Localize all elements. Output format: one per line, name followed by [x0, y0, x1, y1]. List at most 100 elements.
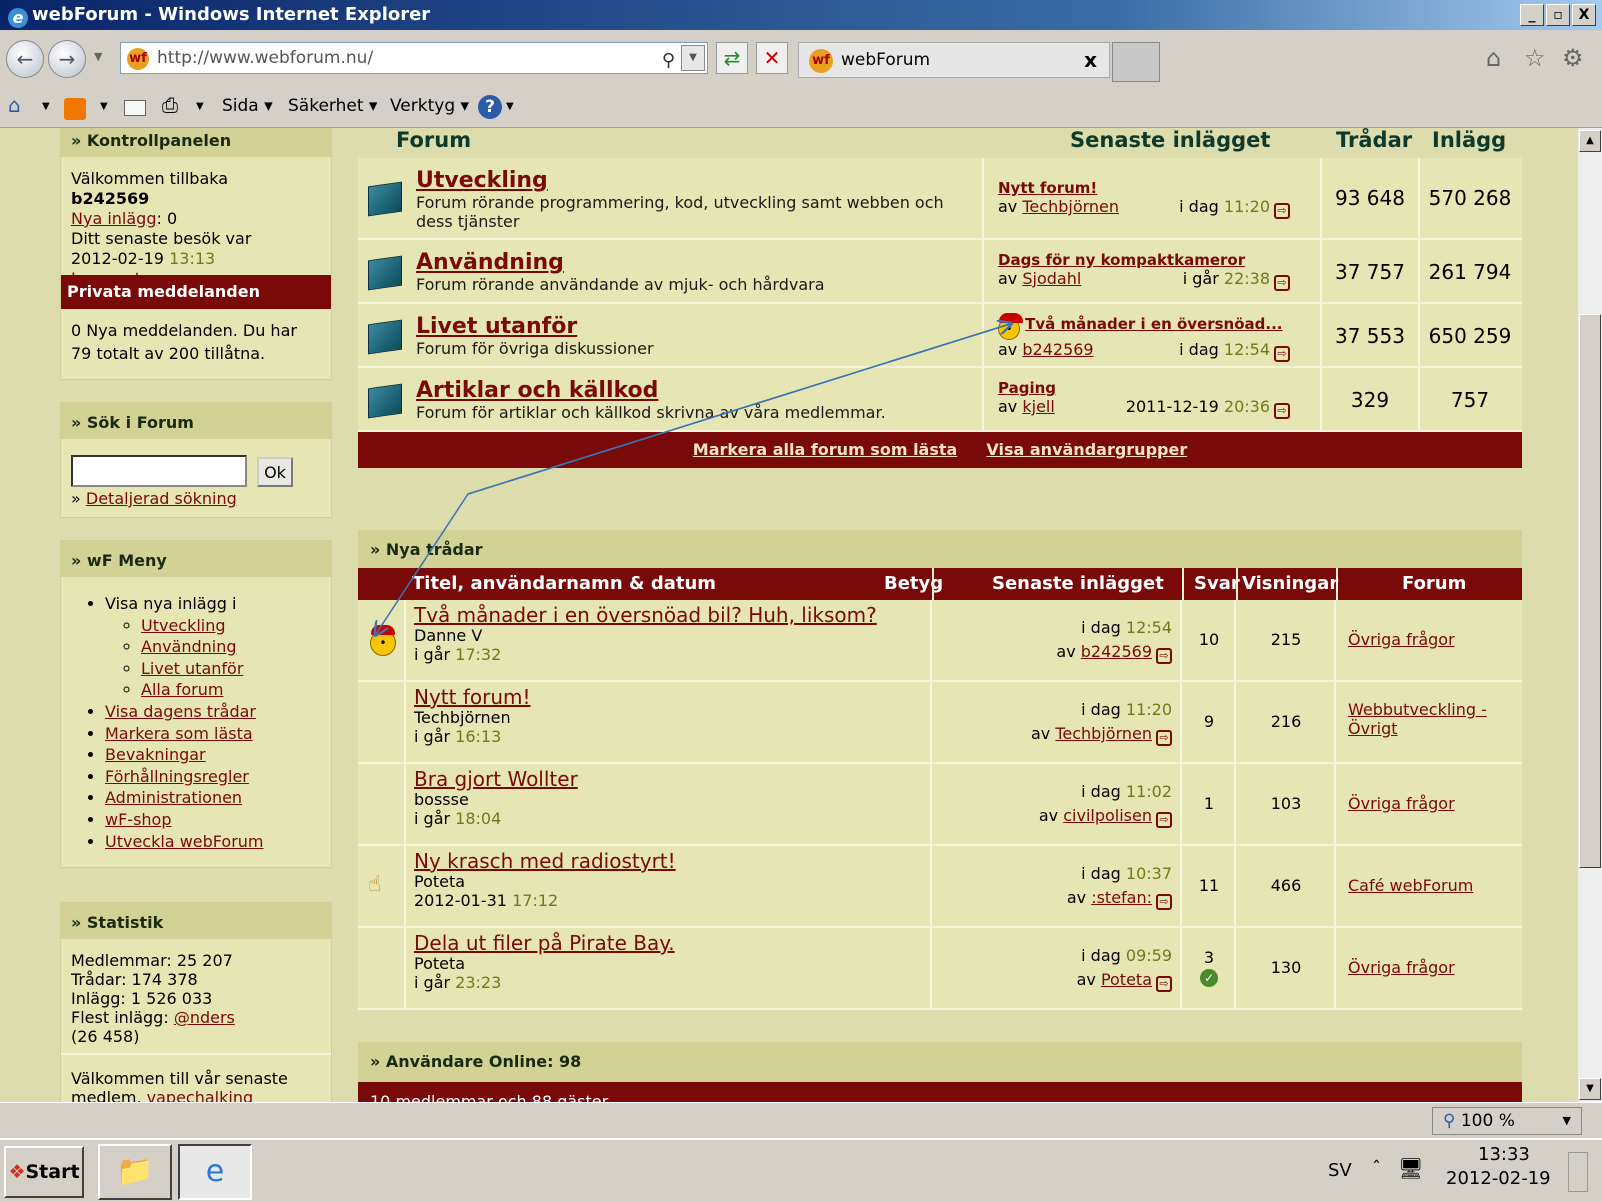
back-icon[interactable]: ← [6, 40, 44, 78]
menu-regler-link[interactable]: Förhållningsregler [105, 767, 249, 786]
browser-tab[interactable]: wf webForum x [798, 42, 1110, 78]
go-to-post-icon[interactable]: ⇨ [1274, 346, 1290, 362]
forum-title-link[interactable]: Livet utanför [416, 314, 577, 339]
user-groups-link[interactable]: Visa användargrupper [986, 440, 1187, 459]
menu-bevakningar-link[interactable]: Bevakningar [105, 745, 206, 764]
thread-forum-link[interactable]: Café webForum [1348, 876, 1473, 895]
home-icon[interactable]: ⌂ [8, 93, 21, 117]
tray-expand-icon[interactable]: ˆ [1372, 1158, 1381, 1179]
menu-sub-anvandning-link[interactable]: Användning [141, 637, 237, 656]
start-button[interactable]: ❖Start [4, 1146, 84, 1198]
forum-title-link[interactable]: Användning [416, 250, 564, 275]
new-tab-button[interactable] [1112, 42, 1160, 82]
home-dropdown-icon[interactable]: ▼ [42, 101, 50, 112]
go-to-post-icon[interactable]: ⇨ [1156, 812, 1172, 828]
mark-all-read-link[interactable]: Markera alla forum som lästa [693, 440, 958, 459]
thread-title-link[interactable]: Två månader i en översnöad bil? Huh, lik… [414, 603, 877, 627]
menu-shop-link[interactable]: wF-shop [105, 810, 171, 829]
clock-date[interactable]: 2012-02-19 [1446, 1168, 1551, 1189]
thread-last-user-link[interactable]: Poteta [1101, 970, 1152, 989]
menu-markera-link[interactable]: Markera som lästa [105, 724, 253, 743]
close-window-button[interactable]: X [1572, 4, 1596, 26]
go-to-post-icon[interactable]: ⇨ [1156, 976, 1172, 992]
search-ok-button[interactable]: Ok [257, 457, 293, 487]
thread-forum-link-2[interactable]: Övrigt [1348, 719, 1398, 738]
menu-sub-alla-link[interactable]: Alla forum [141, 680, 223, 699]
tab-close-icon[interactable]: x [1084, 43, 1097, 77]
go-to-post-icon[interactable]: ⇨ [1274, 403, 1290, 419]
thread-forum-link[interactable]: Övriga frågor [1348, 958, 1455, 977]
forum-title-link[interactable]: Artiklar och källkod [416, 378, 658, 403]
thread-forum-link[interactable]: Övriga frågor [1348, 630, 1455, 649]
go-to-post-icon[interactable]: ⇨ [1156, 730, 1172, 746]
last-post-user-link[interactable]: Techbjörnen [1022, 197, 1119, 216]
menu-sida[interactable]: Sida ▾ [222, 96, 273, 116]
history-dropdown-icon[interactable]: ▼ [94, 50, 102, 63]
go-to-post-icon[interactable]: ⇨ [1156, 894, 1172, 910]
favorites-star-icon[interactable]: ☆ [1524, 44, 1546, 72]
explorer-taskbar-button[interactable]: 📁 [98, 1144, 172, 1200]
refresh-icon[interactable]: ⇄ [716, 42, 748, 74]
last-post-title-link[interactable]: Två månader i en översnöad... [1025, 315, 1282, 333]
gear-icon[interactable]: ⚙ [1562, 44, 1584, 72]
ie-taskbar-button[interactable]: e [178, 1144, 252, 1200]
newest-member-link[interactable]: vapechalking [147, 1088, 253, 1102]
help-dropdown-icon[interactable]: ▼ [506, 101, 514, 112]
thread-last-user-link[interactable]: :stefan: [1091, 888, 1152, 907]
scroll-thumb[interactable] [1579, 314, 1601, 868]
thread-title-link[interactable]: Dela ut filer på Pirate Bay. [414, 931, 675, 955]
vertical-scrollbar[interactable]: ▲ ▼ [1578, 128, 1602, 1102]
new-posts-link[interactable]: Nya inlägg [71, 209, 156, 228]
zoom-control[interactable]: ⚲ 100 % ▼ [1432, 1107, 1582, 1135]
thread-forum-link[interactable]: Övriga frågor [1348, 794, 1455, 813]
forward-icon[interactable]: → [48, 40, 86, 78]
last-post-title-link[interactable]: Nytt forum! [998, 179, 1097, 197]
address-bar[interactable]: wf http://www.webforum.nu/ ⚲ ▼ [120, 42, 708, 74]
show-desktop-button[interactable] [1568, 1152, 1588, 1192]
rss-dropdown-icon[interactable]: ▼ [100, 101, 108, 112]
thread-title-link[interactable]: Nytt forum! [414, 685, 531, 709]
forum-title-link[interactable]: Utveckling [416, 168, 548, 193]
thread-last-user-link[interactable]: Techbjörnen [1055, 724, 1152, 743]
scroll-down-icon[interactable]: ▼ [1579, 1078, 1601, 1100]
menu-admin-link[interactable]: Administrationen [105, 788, 242, 807]
last-post-title-link[interactable]: Dags för ny kompaktkameror [998, 251, 1245, 269]
print-icon[interactable]: ⎙ [162, 93, 178, 117]
address-dropdown-icon[interactable]: ▼ [681, 45, 705, 71]
menu-verktyg[interactable]: Verktyg ▾ [390, 96, 469, 116]
help-icon[interactable]: ? [478, 95, 502, 119]
thread-title-link[interactable]: Ny krasch med radiostyrt! [414, 849, 676, 873]
menu-visa-dagens-link[interactable]: Visa dagens trådar [105, 702, 256, 721]
minimize-button[interactable]: _ [1520, 4, 1544, 26]
menu-sub-item: Alla forum [141, 679, 264, 701]
clock-time[interactable]: 13:33 [1478, 1144, 1530, 1165]
stop-icon[interactable]: ✕ [756, 42, 788, 74]
scroll-up-icon[interactable]: ▲ [1579, 130, 1601, 152]
home-icon[interactable]: ⌂ [1486, 44, 1501, 72]
mail-icon[interactable] [124, 100, 146, 116]
network-icon[interactable]: 🖥 [1398, 1156, 1423, 1180]
stat-most-user-link[interactable]: @nders [174, 1008, 235, 1027]
print-dropdown-icon[interactable]: ▼ [196, 101, 204, 112]
last-post-title-link[interactable]: Paging [998, 379, 1056, 397]
thread-last-user-link[interactable]: b242569 [1081, 642, 1152, 661]
menu-sub-utveckling-link[interactable]: Utveckling [141, 616, 226, 635]
thread-title-link[interactable]: Bra gjort Wollter [414, 767, 578, 791]
search-input[interactable] [71, 455, 247, 487]
last-post-user-link[interactable]: b242569 [1022, 340, 1093, 359]
last-post-user-link[interactable]: Sjodahl [1022, 269, 1081, 288]
language-indicator[interactable]: SV [1328, 1160, 1352, 1181]
restore-button[interactable]: ▫ [1546, 4, 1570, 26]
advanced-search-link[interactable]: Detaljerad sökning [86, 489, 237, 508]
go-to-post-icon[interactable]: ⇨ [1274, 203, 1290, 219]
rss-icon[interactable] [64, 98, 86, 120]
thread-forum-link[interactable]: Webbutveckling - [1348, 700, 1487, 719]
menu-sub-livet-link[interactable]: Livet utanför [141, 659, 243, 678]
search-icon[interactable]: ⚲ [662, 46, 675, 76]
thread-last-user-link[interactable]: civilpolisen [1063, 806, 1152, 825]
go-to-post-icon[interactable]: ⇨ [1156, 648, 1172, 664]
menu-utveckla-link[interactable]: Utveckla webForum [105, 832, 264, 851]
last-post-user-link[interactable]: kjell [1022, 397, 1054, 416]
menu-sakerhet[interactable]: Säkerhet ▾ [288, 96, 377, 116]
go-to-post-icon[interactable]: ⇨ [1274, 275, 1290, 291]
